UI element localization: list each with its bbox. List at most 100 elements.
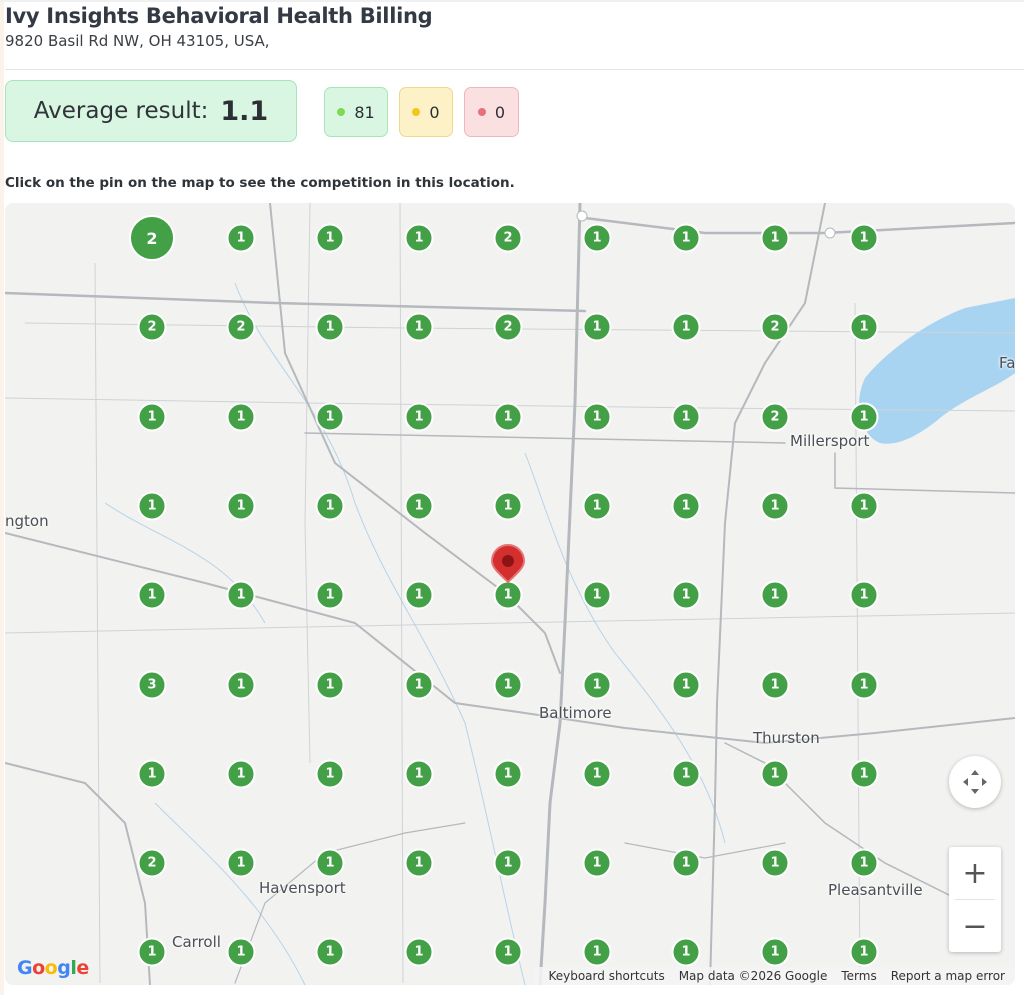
rank-pin[interactable]: 1 bbox=[493, 670, 523, 699]
rank-pin[interactable]: 2 bbox=[137, 312, 167, 342]
rank-pin[interactable]: 1 bbox=[671, 670, 701, 699]
rank-pin[interactable]: 1 bbox=[315, 580, 345, 610]
rank-pin[interactable]: 1 bbox=[226, 402, 256, 432]
rank-pin[interactable]: 1 bbox=[582, 223, 612, 253]
rank-pin[interactable]: 1 bbox=[404, 848, 434, 878]
rank-pin[interactable]: 1 bbox=[671, 223, 701, 253]
rank-pin[interactable]: 1 bbox=[315, 402, 345, 432]
rank-pin[interactable]: 1 bbox=[493, 937, 523, 967]
rank-pin[interactable]: 1 bbox=[760, 491, 790, 521]
rank-pin[interactable]: 1 bbox=[404, 223, 434, 253]
rank-pin[interactable]: 1 bbox=[137, 402, 167, 432]
rank-pin[interactable]: 2 bbox=[137, 848, 167, 878]
rank-pin[interactable]: 1 bbox=[226, 848, 256, 878]
rank-pin[interactable]: 1 bbox=[671, 312, 701, 342]
rank-pin[interactable]: 1 bbox=[671, 580, 701, 610]
rank-pin[interactable]: 1 bbox=[582, 491, 612, 521]
rank-pin[interactable]: 1 bbox=[760, 848, 790, 878]
rank-pin[interactable]: 1 bbox=[315, 848, 345, 878]
rank-pin[interactable]: 1 bbox=[137, 937, 167, 967]
rank-pin[interactable]: 2 bbox=[760, 402, 790, 432]
rank-pin[interactable]: 1 bbox=[404, 937, 434, 967]
rank-pin[interactable]: 1 bbox=[849, 491, 879, 521]
rank-pin[interactable]: 1 bbox=[315, 759, 345, 789]
rank-pin[interactable]: 1 bbox=[404, 491, 434, 521]
terms-link[interactable]: Terms bbox=[841, 969, 876, 983]
rank-pin[interactable]: 1 bbox=[582, 312, 612, 342]
business-location-marker[interactable] bbox=[490, 544, 526, 584]
yellow-dot-icon bbox=[412, 108, 421, 116]
rank-pin[interactable]: 1 bbox=[849, 223, 879, 253]
rank-pin[interactable]: 1 bbox=[582, 402, 612, 432]
rank-pin[interactable]: 1 bbox=[671, 937, 701, 967]
rank-pin[interactable]: 1 bbox=[315, 312, 345, 342]
rank-pin[interactable]: 1 bbox=[404, 580, 434, 610]
rank-pin[interactable]: 2 bbox=[493, 223, 523, 253]
rank-pin[interactable]: 1 bbox=[849, 312, 879, 342]
rank-pin[interactable]: 1 bbox=[493, 580, 523, 610]
rank-pin[interactable]: 1 bbox=[849, 848, 879, 878]
rank-pin[interactable]: 1 bbox=[849, 937, 879, 967]
rank-pin[interactable]: 1 bbox=[493, 402, 523, 432]
rank-pin[interactable]: 1 bbox=[315, 491, 345, 521]
good-count: 81 bbox=[354, 102, 375, 122]
rank-pin[interactable]: 2 bbox=[226, 312, 256, 342]
rank-pin[interactable]: 1 bbox=[137, 580, 167, 610]
business-name: Ivy Insights Behavioral Health Billing bbox=[5, 4, 433, 28]
rank-pin[interactable]: 1 bbox=[849, 670, 879, 699]
rank-pin[interactable]: 1 bbox=[760, 759, 790, 789]
rank-pin[interactable]: 1 bbox=[404, 670, 434, 699]
rank-pin[interactable]: 1 bbox=[226, 670, 256, 699]
rank-pin[interactable]: 1 bbox=[760, 670, 790, 699]
rank-pin[interactable]: 1 bbox=[226, 223, 256, 253]
rank-pin[interactable]: 1 bbox=[226, 491, 256, 521]
rank-pin[interactable]: 1 bbox=[760, 937, 790, 967]
rank-pin[interactable]: 1 bbox=[493, 759, 523, 789]
place-baltimore: Baltimore bbox=[539, 704, 612, 722]
rank-pin[interactable]: 1 bbox=[671, 759, 701, 789]
header-divider bbox=[5, 69, 1024, 70]
pan-control-button[interactable] bbox=[949, 756, 1001, 808]
rank-pin[interactable]: 1 bbox=[582, 848, 612, 878]
rank-pin[interactable]: 1 bbox=[404, 759, 434, 789]
rank-pin[interactable]: 1 bbox=[582, 937, 612, 967]
rank-pin[interactable]: 1 bbox=[849, 759, 879, 789]
rank-pin[interactable]: 1 bbox=[582, 759, 612, 789]
rank-pin[interactable]: 1 bbox=[315, 223, 345, 253]
rank-pin[interactable]: 1 bbox=[493, 848, 523, 878]
rank-pin[interactable]: 1 bbox=[582, 580, 612, 610]
rank-pin[interactable]: 1 bbox=[760, 580, 790, 610]
map-view[interactable]: Millersport Baltimore Thurston Havenspor… bbox=[5, 203, 1015, 985]
rank-pin[interactable]: 1 bbox=[226, 580, 256, 610]
zoom-out-button[interactable]: − bbox=[949, 900, 1001, 952]
rank-pin[interactable]: 1 bbox=[493, 491, 523, 521]
zoom-in-button[interactable]: + bbox=[949, 847, 1001, 899]
rank-pin[interactable]: 1 bbox=[849, 580, 879, 610]
keyboard-shortcuts-link[interactable]: Keyboard shortcuts bbox=[548, 969, 664, 983]
rank-pin[interactable]: 1 bbox=[849, 402, 879, 432]
rank-pin[interactable]: 1 bbox=[404, 312, 434, 342]
rank-pin[interactable]: 1 bbox=[315, 937, 345, 967]
bad-count: 0 bbox=[494, 102, 506, 122]
bad-count-chip: 0 bbox=[464, 87, 519, 137]
rank-pin[interactable]: 1 bbox=[315, 670, 345, 699]
rank-pin[interactable]: 2 bbox=[129, 215, 175, 261]
left-edge-strip bbox=[0, 0, 4, 995]
rank-pin[interactable]: 1 bbox=[226, 937, 256, 967]
rank-pin[interactable]: 1 bbox=[137, 759, 167, 789]
place-fairfield-partial: Fa bbox=[999, 354, 1015, 372]
rank-pin[interactable]: 1 bbox=[404, 402, 434, 432]
rank-pin[interactable]: 3 bbox=[137, 670, 167, 699]
rank-pin[interactable]: 1 bbox=[671, 491, 701, 521]
rank-pin[interactable]: 2 bbox=[760, 312, 790, 342]
zoom-control: + − bbox=[949, 847, 1001, 952]
rank-pin[interactable]: 1 bbox=[226, 759, 256, 789]
rank-pin[interactable]: 1 bbox=[137, 491, 167, 521]
rank-pin[interactable]: 1 bbox=[582, 670, 612, 699]
rank-pin[interactable]: 1 bbox=[760, 223, 790, 253]
good-count-chip: 81 bbox=[324, 87, 388, 137]
rank-pin[interactable]: 1 bbox=[671, 848, 701, 878]
report-map-error-link[interactable]: Report a map error bbox=[891, 969, 1005, 983]
rank-pin[interactable]: 1 bbox=[671, 402, 701, 432]
rank-pin[interactable]: 2 bbox=[493, 312, 523, 342]
